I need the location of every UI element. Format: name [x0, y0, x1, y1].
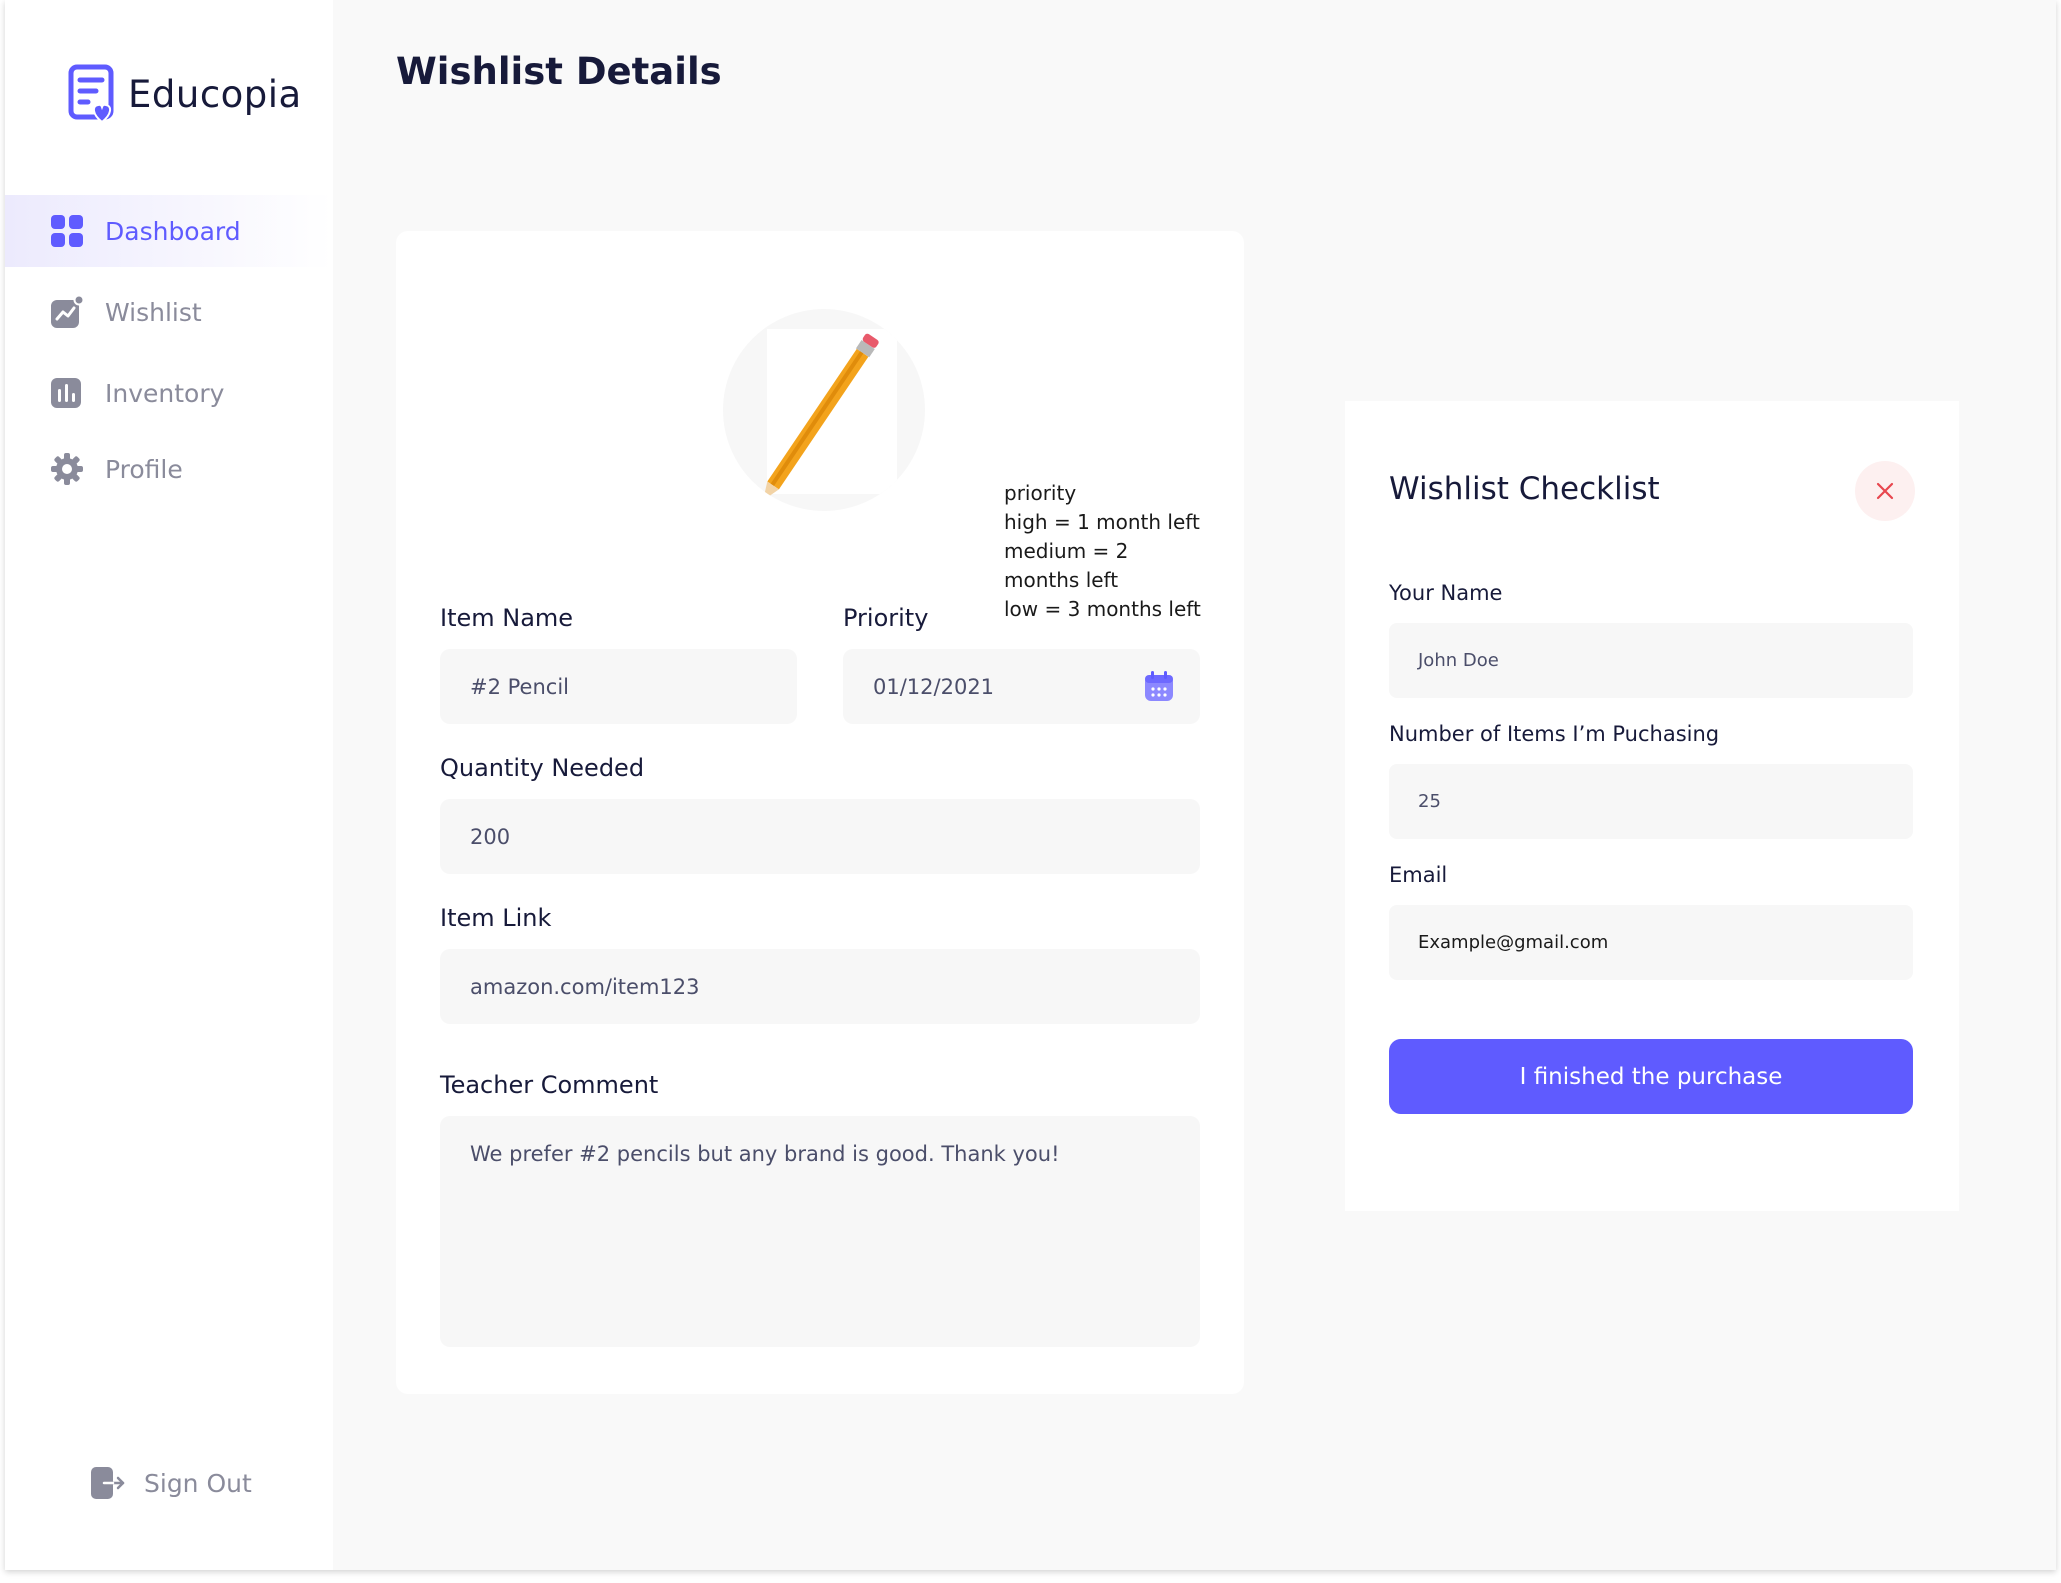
close-icon: [1876, 482, 1894, 500]
checklist-title: Wishlist Checklist: [1389, 471, 1660, 507]
app-name: Educopia: [128, 72, 302, 116]
item-link-input[interactable]: amazon.com/item123: [440, 949, 1200, 1024]
sidebar-item-profile[interactable]: Profile: [5, 433, 333, 505]
gear-icon: [51, 453, 83, 485]
sidebar-item-label: Profile: [105, 454, 183, 484]
sign-out-label: Sign Out: [144, 1468, 252, 1498]
items-count-input[interactable]: 25: [1389, 764, 1913, 839]
item-link-label: Item Link: [440, 904, 552, 932]
your-name-label: Your Name: [1389, 581, 1503, 605]
page-title: Wishlist Details: [396, 50, 722, 93]
item-name-label: Item Name: [440, 604, 574, 632]
items-count-label: Number of Items I’m Puchasing: [1389, 722, 1720, 746]
item-name-input[interactable]: #2 Pencil: [440, 649, 797, 724]
item-image: [723, 309, 925, 511]
priority-date-input[interactable]: 01/12/2021: [843, 649, 1200, 724]
sidebar: Educopia Dashboard Wishlist Inventory Pr…: [5, 0, 333, 1570]
sidebar-item-dashboard[interactable]: Dashboard: [5, 195, 333, 267]
priority-label: Priority: [843, 604, 929, 632]
sidebar-item-label: Wishlist: [105, 297, 202, 327]
email-label: Email: [1389, 863, 1448, 887]
your-name-input[interactable]: John Doe: [1389, 623, 1913, 698]
sidebar-item-label: Dashboard: [105, 216, 241, 246]
calendar-icon[interactable]: [1144, 671, 1174, 702]
app-window: Educopia Dashboard Wishlist Inventory Pr…: [5, 0, 2056, 1570]
teacher-comment-label: Teacher Comment: [440, 1071, 659, 1099]
pencil-icon: [763, 333, 879, 501]
finish-purchase-button[interactable]: I finished the purchase: [1389, 1039, 1913, 1114]
sidebar-item-inventory[interactable]: Inventory: [5, 357, 333, 429]
sign-out-button[interactable]: Sign Out: [90, 1466, 252, 1500]
bar-chart-icon: [51, 378, 81, 408]
wishlist-details-card: priority high = 1 month left medium = 2 …: [396, 231, 1244, 1394]
quantity-input[interactable]: 200: [440, 799, 1200, 874]
quantity-label: Quantity Needed: [440, 754, 645, 782]
sidebar-item-label: Inventory: [105, 378, 225, 408]
email-field[interactable]: Example@gmail.com: [1389, 905, 1913, 980]
wishlist-checklist-panel: Wishlist Checklist Your Name John Doe Nu…: [1345, 401, 1959, 1211]
logo[interactable]: Educopia: [68, 64, 302, 124]
grid-icon: [51, 215, 83, 247]
chart-icon: [51, 295, 84, 328]
priority-legend: priority high = 1 month left medium = 2 …: [1004, 481, 1201, 621]
priority-date-value: 01/12/2021: [873, 674, 995, 699]
teacher-comment-textarea[interactable]: We prefer #2 pencils but any brand is go…: [440, 1116, 1200, 1347]
sign-out-icon: [91, 1467, 125, 1499]
wishlist-doc-logo-icon: [68, 64, 114, 124]
close-button[interactable]: [1855, 461, 1915, 521]
sidebar-item-wishlist[interactable]: Wishlist: [5, 276, 333, 348]
